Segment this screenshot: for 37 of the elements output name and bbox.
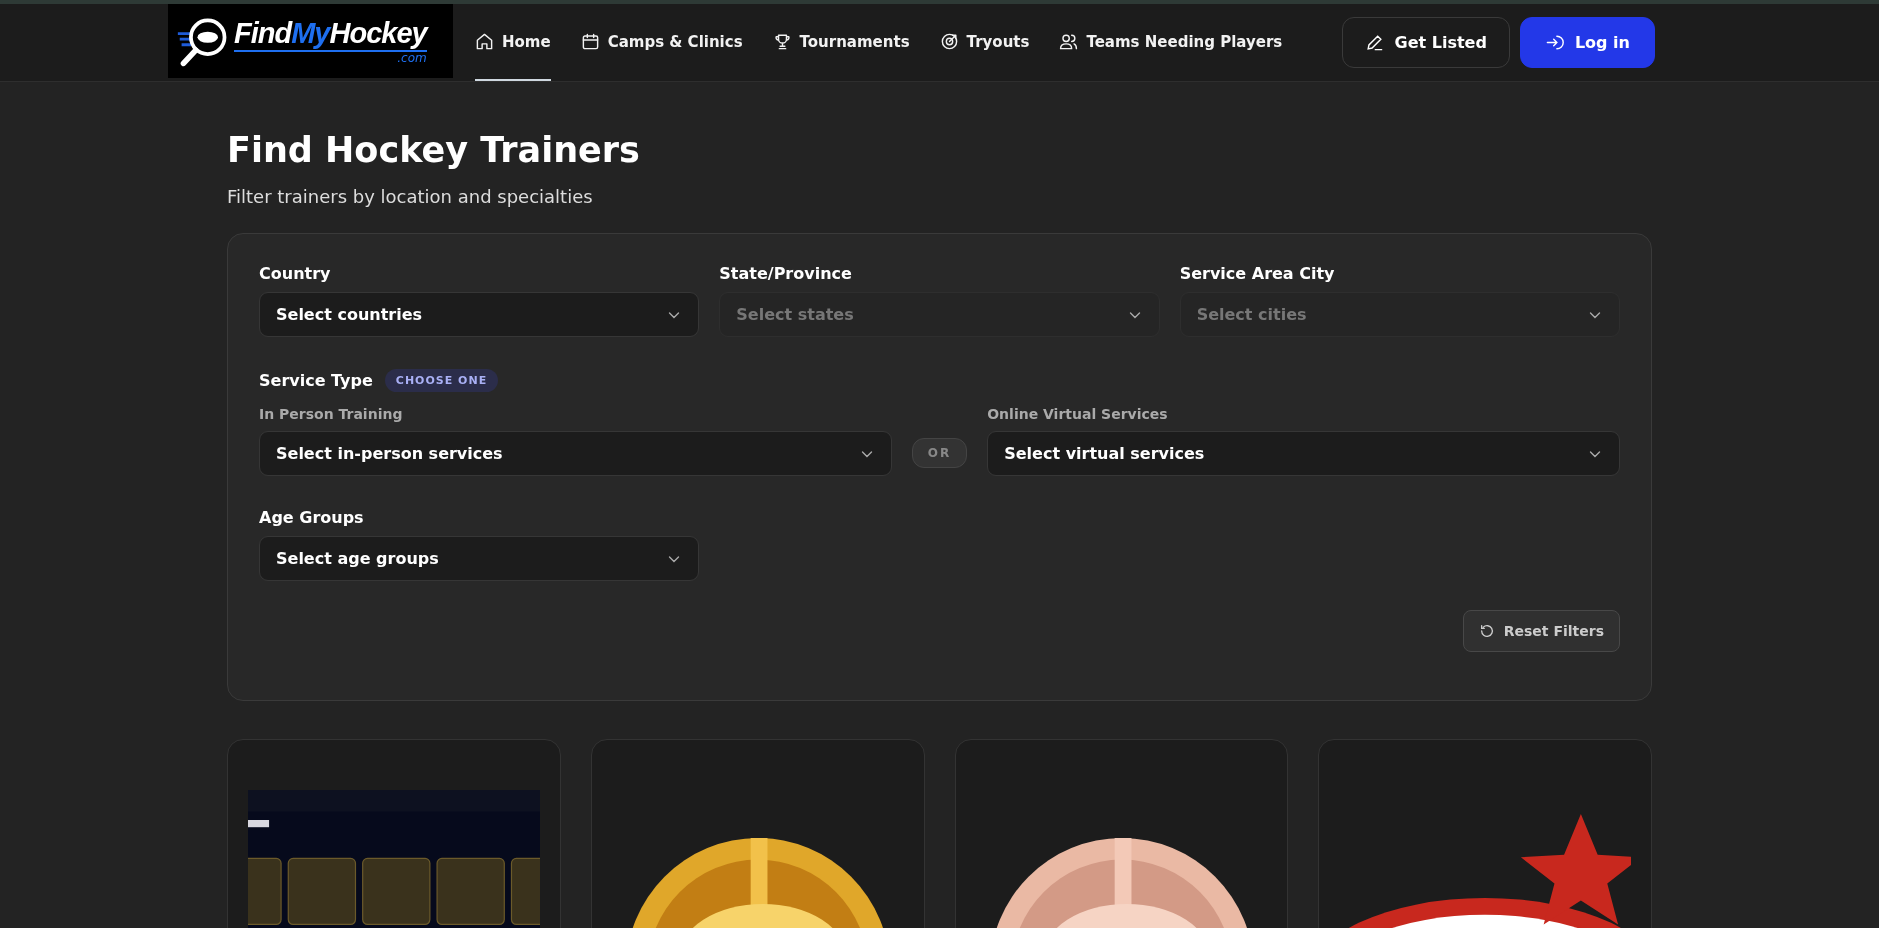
target-icon — [939, 32, 959, 51]
page-subtitle: Filter trainers by location and specialties — [227, 186, 594, 207]
field-label: Service Area City — [1179, 264, 1336, 283]
nav-link[interactable]: Home — [475, 4, 551, 81]
choose-one-badge: CHOOSE ONE — [384, 369, 499, 392]
field-label: In Person Training — [259, 406, 404, 422]
field-label: Service Type — [259, 371, 373, 390]
field-label: State/Province — [719, 264, 853, 283]
reset-filters-button[interactable]: Reset Filters — [1462, 610, 1620, 652]
field-label: Online Virtual Services — [987, 406, 1169, 422]
nav-link[interactable]: Tournaments — [772, 4, 910, 81]
logo[interactable]: FindMyHockey .com — [168, 4, 453, 78]
or-separator: OR — [911, 438, 968, 468]
pen-icon — [1364, 33, 1384, 52]
nav-link[interactable]: Camps & Clinics — [580, 4, 743, 81]
calendar-icon — [580, 32, 600, 51]
trophy-icon — [772, 32, 792, 51]
dropdown-field[interactable]: Select virtual services — [987, 431, 1620, 476]
dropdown-field[interactable]: Select age groups — [259, 536, 700, 581]
field-label: Age Groups — [259, 508, 365, 527]
home-icon — [475, 32, 494, 51]
users-icon — [1059, 32, 1079, 51]
trainer-card[interactable] — [954, 739, 1289, 928]
dropdown-field[interactable]: Select in-person services — [259, 431, 892, 476]
page-title: Find Hockey Trainers — [227, 130, 641, 170]
login-icon — [1544, 33, 1564, 52]
logo-domain: .com — [234, 49, 427, 65]
trainer-card[interactable] — [1318, 739, 1652, 928]
nav-link[interactable]: Teams Needing Players — [1059, 4, 1283, 81]
field-label: Country — [259, 264, 332, 283]
get-listed-button[interactable]: Get Listed — [1341, 17, 1510, 68]
nav-link[interactable]: Tryouts — [939, 4, 1030, 81]
dropdown-field[interactable]: Select countries — [259, 292, 700, 337]
trainer-card[interactable] — [590, 739, 925, 928]
reset-icon — [1478, 623, 1495, 639]
logo-wordmark: FindMyHockey — [234, 16, 427, 50]
login-button[interactable]: Log in — [1519, 17, 1655, 68]
